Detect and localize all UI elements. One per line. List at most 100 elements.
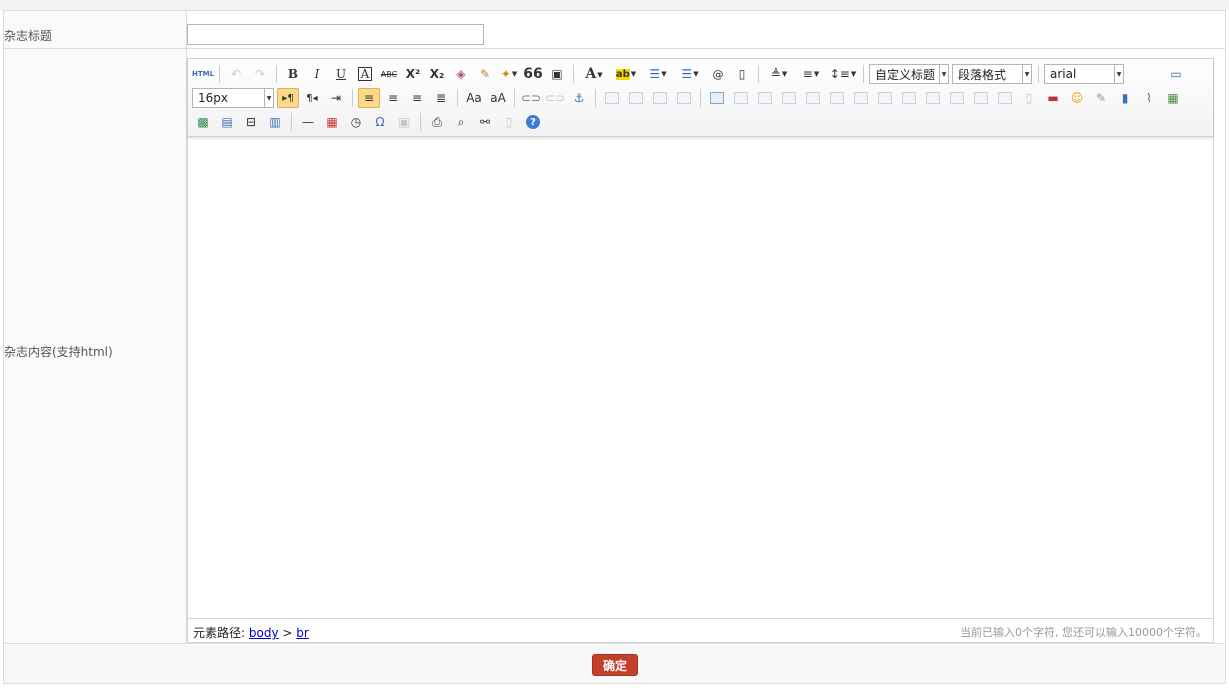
heading-combo[interactable]: 自定义标题 ▼ (869, 64, 949, 84)
remove-format-icon[interactable]: ◈ (450, 64, 472, 84)
editor-toolbar: HTML ↶ ↷ B I U A ABC X² X₂ ◈ ✎ ✦▼ 66 ▣ (188, 59, 1213, 137)
format-match-icon[interactable]: ✎ (474, 64, 496, 84)
to-lowercase-icon[interactable]: aA (487, 88, 509, 108)
split-to-cells-icon[interactable] (946, 88, 968, 108)
delete-row-icon[interactable] (802, 88, 824, 108)
date-icon[interactable]: ▦ (321, 112, 343, 132)
emotion-icon[interactable]: ☺ (1066, 88, 1088, 108)
delete-col-icon[interactable] (850, 88, 872, 108)
undo-icon[interactable]: ↶ (225, 64, 247, 84)
rtl-icon[interactable]: ¶◂ (301, 88, 323, 108)
page-break-icon[interactable]: ▯ (1018, 88, 1040, 108)
row-spacing-top-icon[interactable]: ≜ ▼ (764, 64, 794, 84)
font-color-icon[interactable]: A ▼ (579, 64, 609, 84)
toolbar-row-1: HTML ↶ ↷ B I U A ABC X² X₂ ◈ ✎ ✦▼ 66 ▣ (192, 63, 1189, 85)
underline-icon[interactable]: U (330, 64, 352, 84)
background-color-letters: ab (615, 68, 630, 80)
content-label-cell: 杂志内容(支持html) (4, 49, 187, 643)
heading-combo-value: 自定义标题 (875, 67, 936, 82)
superscript-icon[interactable]: X² (402, 64, 424, 84)
map-icon[interactable]: ▦ (1162, 88, 1184, 108)
font-size-combo[interactable]: 16px ▼ (192, 88, 274, 108)
strikethrough-icon[interactable]: ABC (378, 64, 400, 84)
insert-table-icon[interactable] (706, 88, 728, 108)
row-spacing-bottom-icon[interactable]: ≡ ▼ (796, 64, 826, 84)
split-to-rows-icon[interactable] (970, 88, 992, 108)
merge-down-icon[interactable] (922, 88, 944, 108)
template-icon[interactable]: ▥ (264, 112, 286, 132)
image-right-icon[interactable] (649, 88, 671, 108)
toolbar-row-2: 16px ▼ ▸¶ ¶◂ ⇥ ≡ ≡ ≡ ≣ Aa aA ⊂⊃ ⊂⊃ ⚓ ▯ ▬… (192, 87, 1186, 109)
line-height-icon[interactable]: ↕≡ ▼ (828, 64, 858, 84)
snapscreen-icon[interactable]: ▣ (393, 112, 415, 132)
delete-table-icon[interactable] (730, 88, 752, 108)
submit-row: 确定 (4, 645, 1225, 683)
insert-frame-icon[interactable]: ▤ (216, 112, 238, 132)
insert-code-icon[interactable]: ⊟ (240, 112, 262, 132)
google-map-icon[interactable]: ▩ (192, 112, 214, 132)
image-left-icon[interactable] (625, 88, 647, 108)
to-uppercase-icon[interactable]: Aa (463, 88, 485, 108)
title-input[interactable] (187, 24, 484, 45)
font-family-combo[interactable]: arial ▼ (1044, 64, 1124, 84)
element-path-separator: > (282, 626, 293, 640)
align-left-icon[interactable]: ≡ (358, 88, 380, 108)
chevron-down-icon: ▼ (1114, 65, 1123, 83)
editor-status-bar: 元素路径: body > br 当前已输入0个字符, 您还可以输入10000个字… (188, 618, 1213, 642)
submit-button[interactable]: 确定 (592, 654, 638, 676)
source-icon[interactable]: HTML (192, 64, 214, 84)
subscript-icon[interactable]: X₂ (426, 64, 448, 84)
split-to-cols-icon[interactable] (994, 88, 1016, 108)
merge-right-icon[interactable] (898, 88, 920, 108)
font-color-letter: A (585, 66, 597, 82)
ordered-list-icon[interactable]: ☰ ▼ (643, 64, 673, 84)
unordered-list-icon[interactable]: ☰ ▼ (675, 64, 705, 84)
anchor-icon[interactable]: ⚓ (568, 88, 590, 108)
drafts-icon[interactable]: ▯ (498, 112, 520, 132)
redo-icon[interactable]: ↷ (249, 64, 271, 84)
element-path-body-link[interactable]: body (249, 626, 279, 640)
insert-col-icon[interactable] (826, 88, 848, 108)
paragraph-combo[interactable]: 段落格式 ▼ (952, 64, 1032, 84)
search-replace-icon[interactable]: ⚯ (474, 112, 496, 132)
preview-icon[interactable]: ⌕ (450, 112, 472, 132)
auto-typeset-icon[interactable]: ✦ ▼ (498, 64, 520, 84)
align-center-icon[interactable]: ≡ (382, 88, 404, 108)
print-icon[interactable]: ⎙ (426, 112, 448, 132)
bold-icon[interactable]: B (282, 64, 304, 84)
background-color-icon[interactable]: ab ▼ (611, 64, 641, 84)
font-border-letter: A (357, 67, 373, 81)
align-right-icon[interactable]: ≡ (406, 88, 428, 108)
font-family-value: arial (1050, 67, 1077, 81)
horizontal-rule-icon[interactable]: — (297, 112, 319, 132)
insert-video-icon[interactable]: ▮ (1114, 88, 1136, 108)
unlink-icon[interactable]: ⊂⊃ (544, 88, 566, 108)
paste-plain-icon[interactable]: ▣ (546, 64, 568, 84)
insert-row-icon[interactable] (778, 88, 800, 108)
fullscreen-icon[interactable]: ▭ (1165, 64, 1187, 84)
attachment-icon[interactable]: ⌇ (1138, 88, 1160, 108)
font-border-icon[interactable]: A (354, 64, 376, 84)
element-path-br-link[interactable]: br (296, 626, 309, 640)
insert-paragraph-before-table-icon[interactable] (754, 88, 776, 108)
time-icon[interactable]: ◷ (345, 112, 367, 132)
italic-icon[interactable]: I (306, 64, 328, 84)
ltr-icon[interactable]: ▸¶ (277, 88, 299, 108)
title-row: 杂志标题 (4, 11, 1225, 49)
scrawl-icon[interactable]: ✎ (1090, 88, 1112, 108)
link-icon[interactable]: ⊂⊃ (520, 88, 542, 108)
merge-cells-icon[interactable] (874, 88, 896, 108)
help-icon[interactable]: ? (522, 112, 544, 132)
indent-icon[interactable]: ⇥ (325, 88, 347, 108)
align-justify-icon[interactable]: ≣ (430, 88, 452, 108)
insert-image-icon[interactable]: ▬ (1042, 88, 1064, 108)
content-label: 杂志内容(支持html) (4, 345, 113, 359)
image-center-icon[interactable] (673, 88, 695, 108)
blockquote-icon[interactable]: 66 (522, 64, 544, 84)
font-size-value: 16px (198, 91, 228, 105)
editor-content-area[interactable] (188, 137, 1213, 618)
select-all-icon[interactable]: @ (707, 64, 729, 84)
clear-doc-icon[interactable]: ▯ (731, 64, 753, 84)
special-chars-icon[interactable]: Ω (369, 112, 391, 132)
image-none-icon[interactable] (601, 88, 623, 108)
